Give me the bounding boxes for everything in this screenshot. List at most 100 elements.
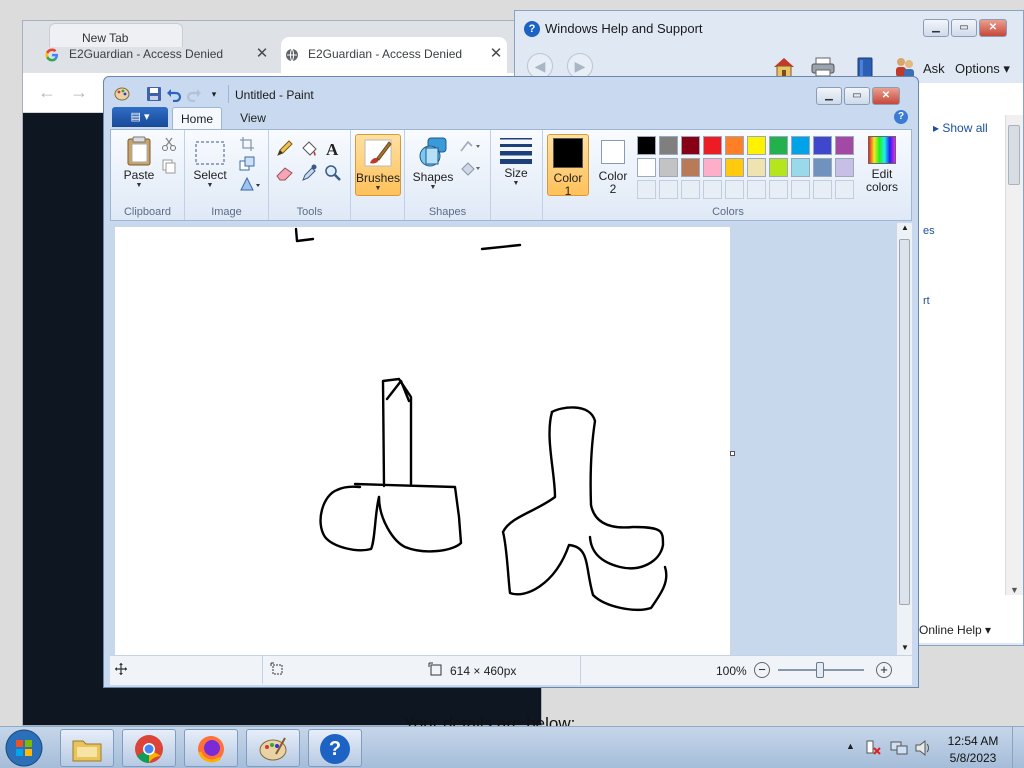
palette-color-swatch[interactable]	[637, 158, 656, 177]
zoom-in-icon[interactable]: +	[876, 662, 892, 678]
eraser-icon[interactable]	[275, 164, 295, 182]
scroll-thumb[interactable]	[899, 239, 910, 605]
show-hidden-icons[interactable]: ▲	[846, 741, 855, 751]
show-all-link[interactable]: ▸ Show all	[933, 121, 988, 135]
help-scrollbar[interactable]: ▼	[1005, 115, 1023, 595]
custom-color-slot[interactable]	[813, 180, 832, 199]
taskbar-explorer[interactable]	[60, 729, 114, 767]
close-button[interactable]: ✕	[979, 19, 1007, 37]
resize-icon[interactable]	[239, 156, 259, 174]
palette-color-swatch[interactable]	[703, 136, 722, 155]
palette-color-swatch[interactable]	[791, 158, 810, 177]
paste-button[interactable]: Paste ▼	[117, 136, 161, 190]
scroll-up-icon[interactable]: ▲	[901, 223, 909, 232]
start-button-icon[interactable]	[4, 728, 44, 768]
fill-bucket-icon[interactable]	[459, 160, 480, 178]
color1-button[interactable]: Color 1	[547, 134, 589, 197]
custom-color-slot[interactable]	[747, 180, 766, 199]
taskbar-chrome[interactable]	[122, 729, 176, 767]
redo-icon[interactable]	[186, 86, 202, 102]
close-tab-icon[interactable]: ✕	[251, 43, 273, 65]
file-menu-button[interactable]: ▤ ▾	[112, 107, 168, 127]
minimize-button[interactable]: ▁	[923, 19, 949, 37]
color2-button[interactable]: Color 2	[593, 134, 633, 196]
palette-color-swatch[interactable]	[725, 136, 744, 155]
clock-time[interactable]: 12:54 AM	[946, 734, 1000, 748]
palette-color-swatch[interactable]	[769, 158, 788, 177]
rotate-icon[interactable]	[239, 176, 260, 194]
custom-color-slot[interactable]	[681, 180, 700, 199]
palette-color-swatch[interactable]	[747, 158, 766, 177]
undo-icon[interactable]	[166, 86, 182, 102]
text-icon[interactable]: A	[323, 140, 343, 158]
restore-button[interactable]: ▭	[951, 19, 977, 37]
cut-icon[interactable]	[161, 136, 181, 154]
help-topic-link[interactable]: rt	[923, 295, 930, 307]
tab-view[interactable]: View	[228, 107, 278, 129]
zoom-slider-thumb[interactable]	[816, 662, 824, 678]
palette-color-swatch[interactable]	[769, 136, 788, 155]
palette-color-swatch[interactable]	[659, 136, 678, 155]
palette-color-swatch[interactable]	[835, 158, 854, 177]
palette-color-swatch[interactable]	[791, 136, 810, 155]
volume-icon[interactable]	[914, 739, 932, 757]
forward-arrow-icon[interactable]: →	[67, 81, 91, 105]
magnifier-icon[interactable]	[323, 164, 343, 182]
shapes-button[interactable]: Shapes ▼	[411, 134, 455, 192]
tab-e2guardian-2-active[interactable]: E2Guardian - Access Denied ✕	[281, 37, 507, 73]
crop-icon[interactable]	[239, 136, 259, 154]
taskbar-firefox[interactable]	[184, 729, 238, 767]
show-desktop-button[interactable]	[1012, 727, 1024, 768]
custom-color-slot[interactable]	[637, 180, 656, 199]
close-tab-icon[interactable]: ✕	[485, 43, 507, 65]
fill-icon[interactable]	[299, 140, 319, 158]
custom-color-slot[interactable]	[703, 180, 722, 199]
brushes-button[interactable]: Brushes ▼	[355, 134, 401, 196]
taskbar-paint[interactable]	[246, 729, 300, 767]
palette-color-swatch[interactable]	[703, 158, 722, 177]
action-center-icon[interactable]	[864, 739, 882, 757]
save-icon[interactable]	[146, 86, 162, 102]
customize-toolbar-icon[interactable]: ▾	[206, 86, 222, 102]
palette-color-swatch[interactable]	[659, 158, 678, 177]
tab-home[interactable]: Home	[172, 107, 222, 129]
close-button[interactable]: ✕	[872, 87, 900, 105]
drawing-canvas[interactable]	[115, 227, 730, 657]
online-help-menu[interactable]: Online Help ▾	[919, 619, 1023, 645]
options-menu[interactable]: Options ▾	[955, 61, 1010, 77]
help-topic-link[interactable]: es	[923, 225, 935, 237]
custom-color-slot[interactable]	[725, 180, 744, 199]
palette-color-swatch[interactable]	[681, 136, 700, 155]
clock-date[interactable]: 5/8/2023	[946, 751, 1000, 765]
color-picker-icon[interactable]	[299, 164, 319, 182]
custom-color-slot[interactable]	[659, 180, 678, 199]
ask-button[interactable]: Ask	[923, 61, 945, 76]
tab-e2guardian-1[interactable]: E2Guardian - Access Denied ✕	[23, 37, 273, 73]
palette-color-swatch[interactable]	[681, 158, 700, 177]
copy-icon[interactable]	[161, 158, 181, 176]
palette-color-swatch[interactable]	[835, 136, 854, 155]
custom-color-slot[interactable]	[769, 180, 788, 199]
canvas-resize-handle[interactable]	[730, 451, 735, 456]
size-button[interactable]: Size ▼	[497, 136, 535, 188]
zoom-out-icon[interactable]: −	[754, 662, 770, 678]
paint-help-icon[interactable]: ?	[894, 110, 908, 124]
palette-color-swatch[interactable]	[747, 136, 766, 155]
canvas-vertical-scrollbar[interactable]: ▲ ▼	[896, 223, 912, 655]
custom-color-slot[interactable]	[835, 180, 854, 199]
palette-color-swatch[interactable]	[725, 158, 744, 177]
back-arrow-icon[interactable]: ←	[35, 81, 59, 105]
palette-color-swatch[interactable]	[637, 136, 656, 155]
outline-icon[interactable]	[459, 138, 480, 156]
select-button[interactable]: Select ▼	[191, 140, 229, 190]
pencil-icon[interactable]	[275, 140, 295, 158]
maximize-button[interactable]: ▭	[844, 87, 870, 105]
print-icon[interactable]	[811, 57, 835, 77]
scroll-down-icon[interactable]: ▼	[901, 643, 909, 652]
network-icon[interactable]	[890, 739, 908, 757]
custom-color-slot[interactable]	[791, 180, 810, 199]
palette-color-swatch[interactable]	[813, 136, 832, 155]
help-scroll-thumb[interactable]	[1008, 125, 1020, 185]
palette-color-swatch[interactable]	[813, 158, 832, 177]
minimize-button[interactable]: ▁	[816, 87, 842, 105]
